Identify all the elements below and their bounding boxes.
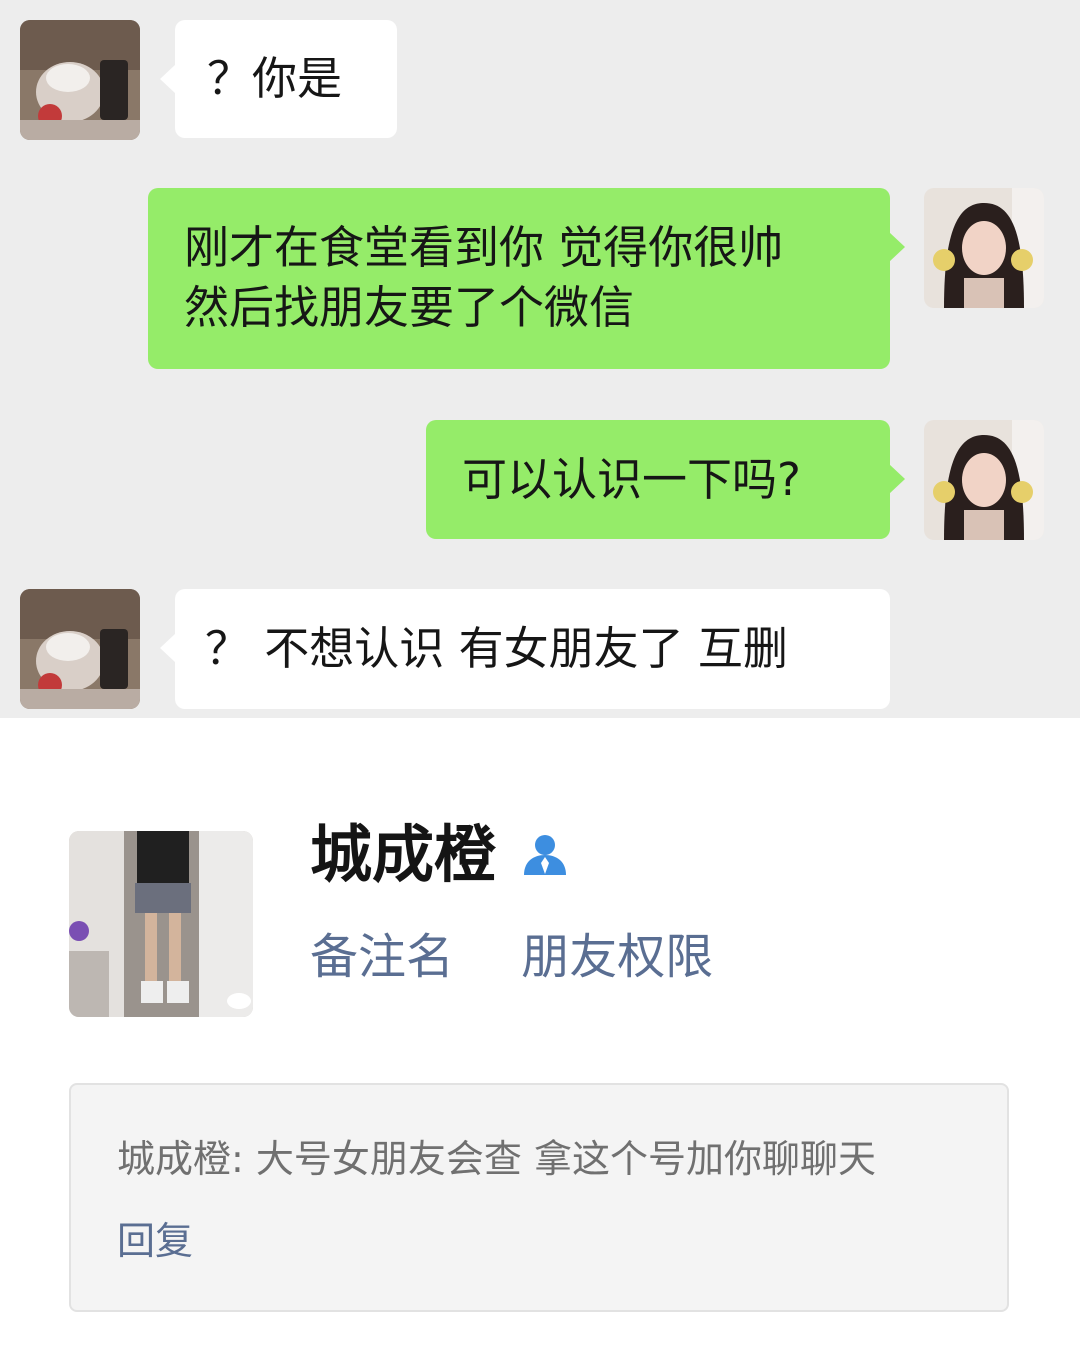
message-text: ？你是	[207, 52, 343, 105]
message-text: 可以认识一下吗?	[462, 453, 801, 506]
my-avatar[interactable]	[924, 420, 1044, 540]
friend-request-message-box: 城成橙: 大号女朋友会查 拿这个号加你聊聊天 回复	[69, 1083, 1009, 1312]
profile-photo-image	[69, 831, 253, 1017]
reply-link[interactable]: 回复	[117, 1215, 193, 1267]
contact-avatar-image	[20, 589, 140, 709]
my-avatar[interactable]	[924, 188, 1044, 308]
message-bubble-outgoing[interactable]: 可以认识一下吗?	[426, 420, 905, 539]
message-text-line: 刚才在食堂看到你 觉得你很帅	[184, 221, 784, 274]
message-text: ？ 不想认识 有女朋友了 互删	[205, 622, 788, 675]
remark-name-link[interactable]: 备注名	[310, 929, 454, 985]
contact-avatar[interactable]	[20, 589, 140, 709]
chat-area: ？你是 刚才在食堂看到你 觉得你很帅 然后找朋友要了个微信 可以认识一下吗? ？…	[0, 0, 1080, 718]
contact-avatar[interactable]	[20, 20, 140, 140]
friend-permissions-link[interactable]: 朋友权限	[521, 929, 713, 985]
profile-photo[interactable]	[69, 831, 253, 1017]
message-bubble-incoming[interactable]: ？你是	[160, 20, 397, 138]
my-avatar-image	[924, 420, 1044, 540]
message-bubble-outgoing[interactable]: 刚才在食堂看到你 觉得你很帅 然后找朋友要了个微信	[148, 188, 905, 369]
profile-actions: 备注名 朋友权限	[310, 925, 765, 989]
contact-avatar-image	[20, 20, 140, 140]
message-bubble-incoming[interactable]: ？ 不想认识 有女朋友了 互删	[160, 589, 890, 709]
profile-name: 城成橙	[310, 818, 497, 891]
person-icon	[524, 835, 566, 875]
my-avatar-image	[924, 188, 1044, 308]
message-text-line: 然后找朋友要了个微信	[184, 281, 635, 334]
friend-request-message: 城成橙: 大号女朋友会查 拿这个号加你聊聊天	[117, 1137, 876, 1181]
